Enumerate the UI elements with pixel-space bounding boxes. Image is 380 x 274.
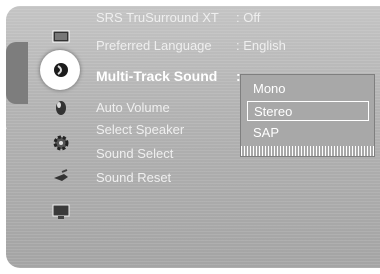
menu-item-select-speaker[interactable]: Select Speaker [96,120,236,140]
channel-icon[interactable] [50,96,72,118]
menu-item-sound-select[interactable]: Sound Select [96,144,236,164]
option-sap[interactable]: SAP [247,123,369,143]
sidebar-tab-label: Sound [0,92,9,130]
menu-item-value: : Off [236,10,261,25]
setup-icon[interactable] [50,132,72,154]
tv-sound-menu-screen: Sound SRS TruSurround XT : Off Preferred … [0,0,380,274]
sidebar-tab-sound[interactable]: Sound [0,42,28,130]
menu-item-auto-volume[interactable]: Auto Volume [96,98,236,118]
menu-item-label: Sound Reset [96,170,172,185]
sound-icon[interactable] [50,59,72,81]
menu-item-label: Sound Select [96,146,174,161]
dropdown-footer-pattern [241,146,374,156]
option-mono[interactable]: Mono [247,79,369,99]
menu-item-label: Select Speaker [96,122,185,137]
option-stereo-selected[interactable]: Stereo [247,101,369,121]
menu-item-label: Auto Volume [96,100,170,115]
menu-item-label: SRS TruSurround XT [96,10,219,25]
menu-item-srs-trusurround[interactable]: SRS TruSurround XT : Off [96,8,260,28]
menu-item-sound-reset[interactable]: Sound Reset [96,168,236,188]
menu-item-value: : English [236,38,286,53]
menu-item-label: Preferred Language [96,38,212,53]
application-icon[interactable] [50,200,72,222]
multi-track-sound-dropdown[interactable]: Mono Stereo SAP [240,74,375,157]
menu-item-preferred-language[interactable]: Preferred Language : English [96,36,286,56]
input-icon[interactable] [50,166,72,188]
menu-item-label: Multi-Track Sound [96,68,218,84]
category-icon-column [40,20,82,240]
menu-item-multi-track-sound[interactable]: Multi-Track Sound: [96,66,241,86]
picture-icon[interactable] [50,26,72,48]
